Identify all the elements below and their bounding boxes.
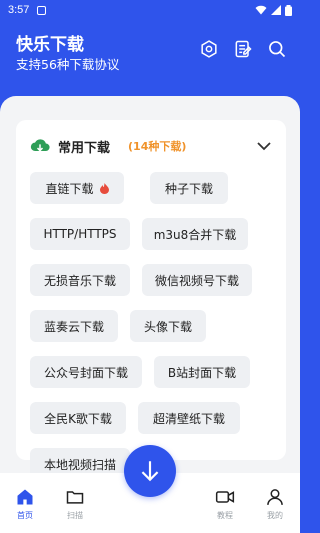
chip-label: HTTP/HTTPS <box>43 227 117 241</box>
chip-http[interactable]: HTTP/HTTPS <box>30 218 130 250</box>
card-title: 常用下载 <box>58 140 111 156</box>
chip-wechat-video[interactable]: 微信视频号下载 <box>142 264 252 296</box>
video-camera-icon <box>215 491 235 503</box>
chip-label: 超清壁纸下载 <box>152 411 225 426</box>
chip-lanzou[interactable]: 蓝奏云下载 <box>30 310 118 342</box>
chip-avatar[interactable]: 头像下载 <box>130 310 206 342</box>
notification-icon <box>37 5 47 15</box>
chip-label: 微信视频号下载 <box>154 273 239 288</box>
nav-profile[interactable]: 我的 <box>255 487 295 521</box>
chip-label: m3u8合并下载 <box>153 227 237 242</box>
app-header: 3:57 快乐下载 支持56种下载协议 <box>0 0 300 95</box>
chip-label: 本地视频扫描 <box>43 457 116 472</box>
chip-label: 头像下载 <box>143 319 192 334</box>
header-actions <box>198 38 288 60</box>
nav-home-label: 首页 <box>17 511 33 520</box>
chip-label: 全民K歌下载 <box>44 411 112 426</box>
nav-tutorial-label: 教程 <box>217 511 233 520</box>
wifi-icon <box>255 5 267 15</box>
chip-karaoke[interactable]: 全民K歌下载 <box>30 402 126 434</box>
home-icon <box>17 489 33 505</box>
chip-label: 无损音乐下载 <box>43 273 116 288</box>
settings-gear-icon[interactable] <box>198 38 220 60</box>
folder-icon <box>66 491 84 504</box>
battery-icon <box>285 4 292 16</box>
chip-label: 种子下载 <box>164 181 213 196</box>
notes-icon[interactable] <box>232 38 254 60</box>
cloud-download-icon <box>30 139 50 152</box>
nav-profile-label: 我的 <box>267 511 283 520</box>
card-header: 常用下载 (14种下载) <box>30 134 272 158</box>
search-icon[interactable] <box>266 38 288 60</box>
chevron-down-icon[interactable] <box>256 137 272 156</box>
chip-lossless-music[interactable]: 无损音乐下载 <box>30 264 130 296</box>
chip-official-account-cover[interactable]: 公众号封面下载 <box>30 356 142 388</box>
chip-hd-wallpaper[interactable]: 超清壁纸下载 <box>138 402 240 434</box>
app-subtitle: 支持56种下载协议 <box>16 57 120 72</box>
nav-scan-label: 扫描 <box>67 511 83 520</box>
download-fab-button[interactable] <box>124 445 176 497</box>
chip-m3u8[interactable]: m3u8合并下载 <box>142 218 248 250</box>
user-icon <box>267 489 283 506</box>
nav-home[interactable]: 首页 <box>5 487 45 521</box>
status-indicators <box>255 4 292 16</box>
chip-label: B站封面下载 <box>167 365 237 380</box>
chip-direct-link[interactable]: 直链下载 <box>30 172 124 204</box>
chip-label: 蓝奏云下载 <box>43 319 104 334</box>
chip-label: 公众号封面下载 <box>43 365 128 380</box>
app-title: 快乐下载 <box>16 35 84 55</box>
status-time: 3:57 <box>8 4 30 16</box>
card-count: (14种下载) <box>128 140 187 153</box>
status-bar: 3:57 <box>0 0 300 20</box>
signal-icon <box>271 5 281 15</box>
nav-tutorial[interactable]: 教程 <box>205 487 245 521</box>
chip-label: 直链下载 <box>45 181 94 196</box>
common-downloads-card: 常用下载 (14种下载) 直链下载 种子下载 HTTP/HTTPS m3u8合并… <box>16 120 286 480</box>
nav-scan[interactable]: 扫描 <box>55 487 95 521</box>
chip-torrent[interactable]: 种子下载 <box>150 172 228 204</box>
download-arrow-icon <box>141 461 159 482</box>
chip-bilibili-cover[interactable]: B站封面下载 <box>154 356 250 388</box>
hot-flame-icon <box>99 182 109 194</box>
